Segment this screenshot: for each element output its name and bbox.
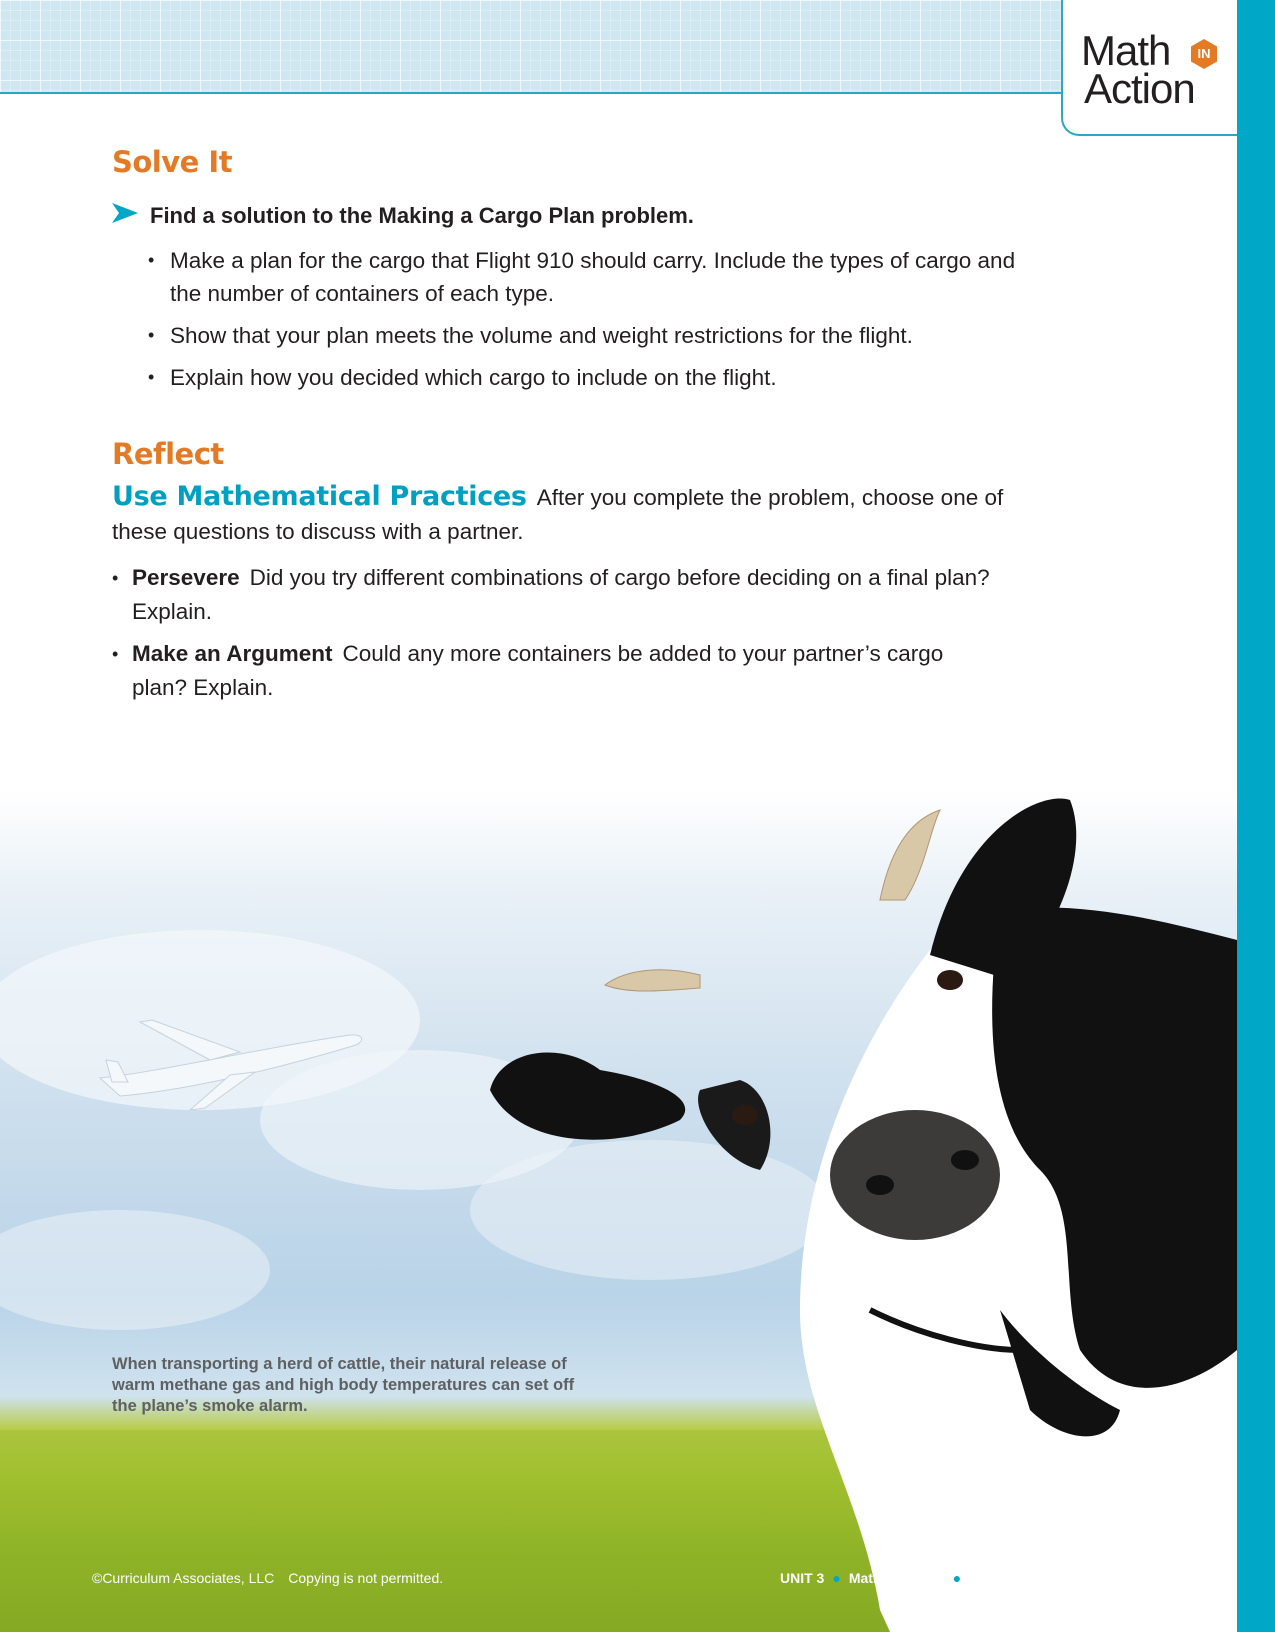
bullet-icon: • — [148, 367, 155, 387]
side-color-bar — [1237, 0, 1275, 1632]
footer-breadcrumb: UNIT 3 ● Math in Action ● Use Rational Numbe… — [780, 1570, 1110, 1586]
unit-label: UNIT 3 — [780, 1570, 825, 1586]
list-item: • Explain how you decided which cargo to … — [148, 361, 1018, 394]
section-label: Math in Action — [848, 1570, 945, 1586]
list-item: • Show that your plan meets the volume an… — [148, 319, 1018, 352]
math-in-action-logo: Math IN Action — [1061, 0, 1237, 136]
practice-question: Did you try different combinations of ca… — [132, 565, 990, 624]
bullet-icon: • — [112, 568, 119, 588]
cow-airplane-photo — [0, 790, 1237, 1632]
footer-copyright: ©Curriculum Associates, LLC Copying is no… — [92, 1570, 443, 1586]
bullet-icon: ● — [952, 1570, 962, 1586]
mathematical-practices-intro: Use Mathematical Practices After you comp… — [112, 480, 1012, 549]
photo-caption: When transporting a herd of cattle, thei… — [112, 1355, 575, 1415]
solve-it-list: • Make a plan for the cargo that Flight 9… — [148, 244, 1018, 403]
practice-label: Make an Argument — [132, 641, 333, 666]
header-grid-banner — [0, 0, 1062, 94]
photo-illustration — [0, 798, 1237, 1632]
reflect-heading: Reflect — [112, 437, 224, 471]
arrow-right-icon — [112, 203, 150, 229]
list-item: • Make a plan for the cargo that Flight 9… — [148, 244, 1018, 310]
bullet-icon: • — [148, 325, 155, 345]
copy-notice: Copying is not permitted. — [288, 1570, 444, 1586]
solve-it-lead-text: Find a solution to the Making a Cargo Pl… — [150, 203, 694, 228]
practice-label: Persevere — [132, 565, 240, 590]
topic-label: Use Rational Numbers — [969, 1570, 1111, 1586]
logo-action-text: Action — [1084, 65, 1196, 112]
page-number: 299 — [1150, 1560, 1194, 1590]
list-item: • Make an Argument Could any more containe… — [112, 637, 992, 705]
reflect-list: • Persevere Did you try different combinat… — [112, 561, 992, 713]
bullet-icon: ● — [832, 1570, 841, 1586]
bullet-icon: • — [148, 250, 155, 270]
solve-it-heading: Solve It — [112, 145, 233, 179]
practices-heading: Use Mathematical Practices — [112, 481, 527, 512]
list-item: • Persevere Did you try different combinat… — [112, 561, 992, 629]
solve-it-lead: Find a solution to the Making a Cargo Pl… — [112, 203, 694, 229]
copyright-text: ©Curriculum Associates, LLC — [92, 1570, 275, 1586]
bullet-icon: • — [112, 644, 119, 664]
